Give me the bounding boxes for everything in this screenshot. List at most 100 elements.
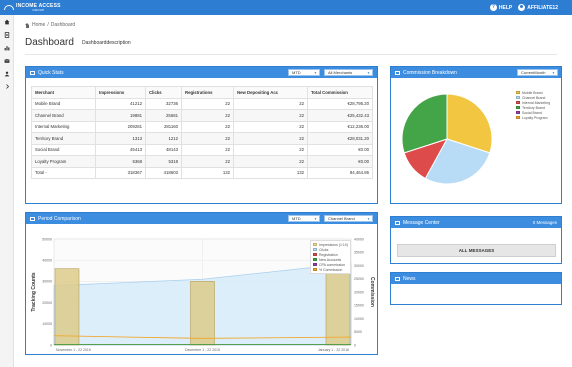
period-comparison-chart-icon xyxy=(30,216,35,221)
clicks-cell: 5318 xyxy=(145,155,182,168)
period-comparison-header: Period Comparison MTD ▼ Channel Brand ▼ xyxy=(26,213,377,224)
new-depositing-cell: 22 xyxy=(233,120,308,133)
legend-swatch xyxy=(516,91,520,94)
x-tick-label: November 1 - 22 2015 xyxy=(56,348,91,352)
column-header[interactable]: Clicks xyxy=(145,86,182,99)
breadcrumb-separator: / xyxy=(47,22,49,28)
legend-swatch xyxy=(313,263,317,266)
x-tick-label: January 1 - 22 2016 xyxy=(318,348,349,352)
y-tick-label: 40000 xyxy=(42,259,52,263)
legend-label: Channel Brand xyxy=(522,95,546,100)
merchant-cell: Territory Brand xyxy=(31,132,96,145)
commission-period-select[interactable]: CurrentMonth ▼ xyxy=(517,69,558,76)
column-header[interactable]: Impressions xyxy=(95,86,146,99)
legend-label: Internal Marketing xyxy=(522,100,551,105)
clicks-cell: 1212 xyxy=(145,132,182,145)
quick-stats-period-value: MTD xyxy=(292,70,301,75)
all-messages-button[interactable]: ALL MESSAGES xyxy=(397,244,556,257)
registrations-cell: 132 xyxy=(181,166,234,179)
period-comparison-panel: Period Comparison MTD ▼ Channel Brand ▼ … xyxy=(25,212,378,355)
total-commission-cell: €28,795.20 xyxy=(307,97,373,110)
table-row: Loyalty Program 5368 5318 22 22 €0.00 xyxy=(31,155,373,168)
sidebar-bar-chart-icon[interactable] xyxy=(0,41,14,54)
impressions-cell: 209281 xyxy=(95,120,146,133)
help-link[interactable]: HELP xyxy=(499,5,512,11)
page-title: Dashboard xyxy=(25,37,74,48)
commission-breakdown-panel: Commission Breakdown CurrentMonth ▼ Mobi… xyxy=(390,66,562,204)
quick-stats-merchant-select[interactable]: All Merchants ▼ xyxy=(324,69,373,76)
quick-stats-period-select[interactable]: MTD ▼ xyxy=(288,69,320,76)
legend-label: Mobile Brand xyxy=(522,90,543,95)
merchant-cell: Loyalty Program xyxy=(31,155,96,168)
legend-item: Territory Brand xyxy=(516,105,550,110)
table-row: Social Brand 45413 48143 22 22 €0.00 xyxy=(31,143,373,156)
legend-item: Impressions (1:10) xyxy=(313,242,348,247)
quick-stats-header: Quick Stats MTD ▼ All Merchants ▼ xyxy=(26,67,377,78)
legend-swatch xyxy=(516,96,520,99)
legend-item: Channel Brand xyxy=(516,95,550,100)
y2-tick-label: 35000 xyxy=(354,251,364,255)
sidebar-chevron-right-icon[interactable] xyxy=(0,80,14,93)
legend-swatch xyxy=(313,258,317,261)
y2-tick-label: 0 xyxy=(354,343,356,347)
impressions-bar xyxy=(54,268,80,346)
commission-pie-chart xyxy=(401,93,493,185)
comparison-period-value: MTD xyxy=(292,216,301,221)
user-avatar-icon[interactable] xyxy=(518,4,526,11)
impressions-bar xyxy=(190,281,215,346)
commission-breakdown-title: Commission Breakdown xyxy=(403,69,457,76)
sidebar-home-icon[interactable] xyxy=(0,15,14,28)
sidebar-user-icon[interactable] xyxy=(0,67,14,80)
sidebar xyxy=(0,15,14,367)
table-row: Channel Brand 19881 25681 22 22 €25,432.… xyxy=(31,109,373,122)
comparison-period-select[interactable]: MTD ▼ xyxy=(288,215,320,222)
legend-label: Social Brand xyxy=(522,110,542,115)
user-menu[interactable]: AFFILIATE12 xyxy=(527,5,558,11)
merchant-cell: Internal Marketing xyxy=(31,120,96,133)
registrations-cell: 22 xyxy=(181,109,234,122)
legend-label: % Commission xyxy=(319,267,343,272)
total-commission-cell: €0.00 xyxy=(307,143,373,156)
merchant-cell: Total - xyxy=(31,166,96,179)
y2-tick-label: 15000 xyxy=(354,304,364,308)
news-title: News xyxy=(403,275,416,282)
y-tick-label: 30000 xyxy=(42,280,52,284)
legend-item: CPA commission xyxy=(313,262,348,267)
new-depositing-cell: 22 xyxy=(233,109,308,122)
column-header[interactable]: New Depositing Acc xyxy=(233,86,308,99)
logo-subtext: GROUP xyxy=(32,8,45,12)
impressions-cell: 19881 xyxy=(95,109,146,122)
news-header: News xyxy=(391,273,561,284)
total-commission-cell: €25,432.43 xyxy=(307,109,373,122)
y-tick-label: 50000 xyxy=(42,237,52,241)
table-header-row: Merchant Impressions Clicks Registration… xyxy=(31,86,373,99)
comparison-brand-select[interactable]: Channel Brand ▼ xyxy=(324,215,373,222)
commission-chart-icon xyxy=(395,70,400,75)
legend-label: CPA commission xyxy=(319,262,346,267)
column-header[interactable]: Merchant xyxy=(31,86,96,99)
column-header[interactable]: Total Commission xyxy=(307,86,373,99)
legend-swatch xyxy=(516,116,520,119)
legend-swatch xyxy=(516,111,520,114)
y2-tick-label: 40000 xyxy=(354,237,364,241)
commission-select-caret-icon: ▼ xyxy=(552,71,555,75)
comparison-brand-caret-icon: ▼ xyxy=(367,217,370,221)
sidebar-document-icon[interactable] xyxy=(0,28,14,41)
quick-stats-table: Merchant Impressions Clicks Registration… xyxy=(31,86,373,179)
message-count: 0 Messages xyxy=(532,220,557,225)
breadcrumb-home-link[interactable]: Home xyxy=(32,22,45,28)
company-logo[interactable]: INCOME ACCESS GROUP xyxy=(4,3,61,12)
sidebar-envelope-icon[interactable] xyxy=(0,54,14,67)
comparison-period-caret-icon: ▼ xyxy=(314,217,317,221)
registrations-cell: 22 xyxy=(181,120,234,133)
title-divider xyxy=(25,54,557,55)
registrations-cell: 22 xyxy=(181,132,234,145)
legend-label: Impressions (1:10) xyxy=(319,242,348,247)
quick-stats-chart-icon xyxy=(30,70,35,75)
legend-label: Loyalty Program xyxy=(522,115,548,120)
breadcrumb-home-icon[interactable] xyxy=(25,22,30,28)
column-header[interactable]: Registrations xyxy=(181,86,234,99)
help-icon[interactable]: ? xyxy=(489,4,497,11)
new-depositing-cell: 132 xyxy=(233,166,308,179)
message-center-header: Message Center 0 Messages xyxy=(391,217,561,228)
